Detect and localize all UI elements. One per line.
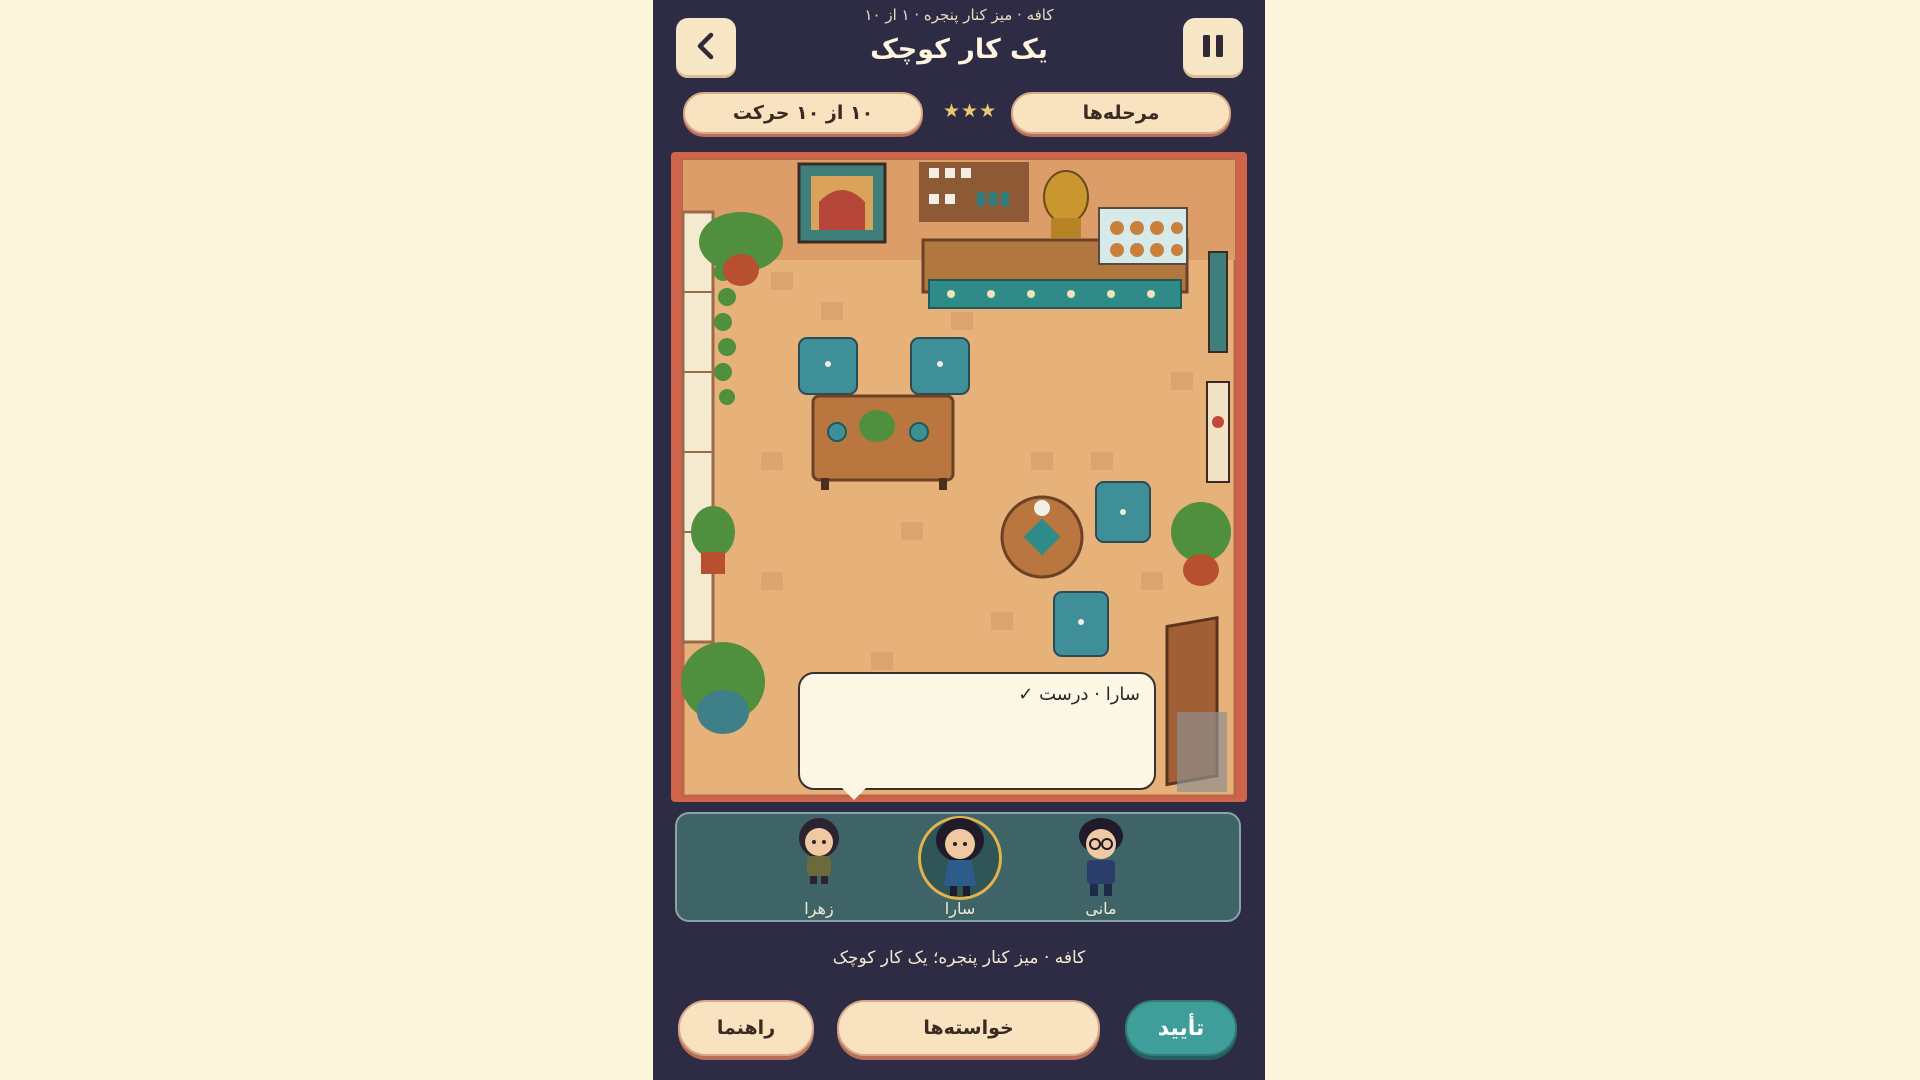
pause-button[interactable] xyxy=(1183,18,1243,78)
confirm-button[interactable]: تأیید xyxy=(1125,1000,1237,1056)
level-breadcrumb: کافه · میز کنار پنجره · ۱ از ۱۰ xyxy=(864,6,1054,24)
character-sara[interactable]: سارا xyxy=(915,814,1005,920)
game-screen: کافه · میز کنار پنجره · ۱ از ۱۰ یک کار ک… xyxy=(653,0,1265,1080)
character-name: مانی xyxy=(1085,899,1117,918)
character-zahra[interactable]: زهرا xyxy=(774,814,864,920)
level-title: یک کار کوچک xyxy=(870,34,1048,65)
guide-button[interactable]: راهنما xyxy=(678,1000,814,1056)
moves-counter: ۱۰ از ۱۰ حرکت xyxy=(683,92,923,134)
character-avatar-icon xyxy=(799,818,839,884)
level-caption: کافه · میز کنار پنجره؛ یک کار کوچک xyxy=(832,948,1086,968)
character-name: سارا xyxy=(944,899,976,918)
character-avatar-icon xyxy=(1079,818,1123,896)
speech-bubble: سارا · درست ✓ xyxy=(798,672,1156,790)
speech-text: سارا · درست ✓ xyxy=(1018,684,1140,705)
speech-bubble-tail xyxy=(842,788,866,800)
character-roster: زهرا سارا مانی xyxy=(675,812,1241,922)
character-mani[interactable]: مانی xyxy=(1056,814,1146,920)
stages-button[interactable]: مرحله‌ها xyxy=(1011,92,1231,134)
cafe-scene: سارا · درست ✓ xyxy=(671,152,1247,802)
pause-icon xyxy=(1200,32,1226,64)
character-name: زهرا xyxy=(804,899,834,918)
star-rating: ★★★ xyxy=(943,100,998,122)
wishes-button[interactable]: خواسته‌ها xyxy=(837,1000,1100,1056)
character-avatar-icon xyxy=(936,818,984,896)
